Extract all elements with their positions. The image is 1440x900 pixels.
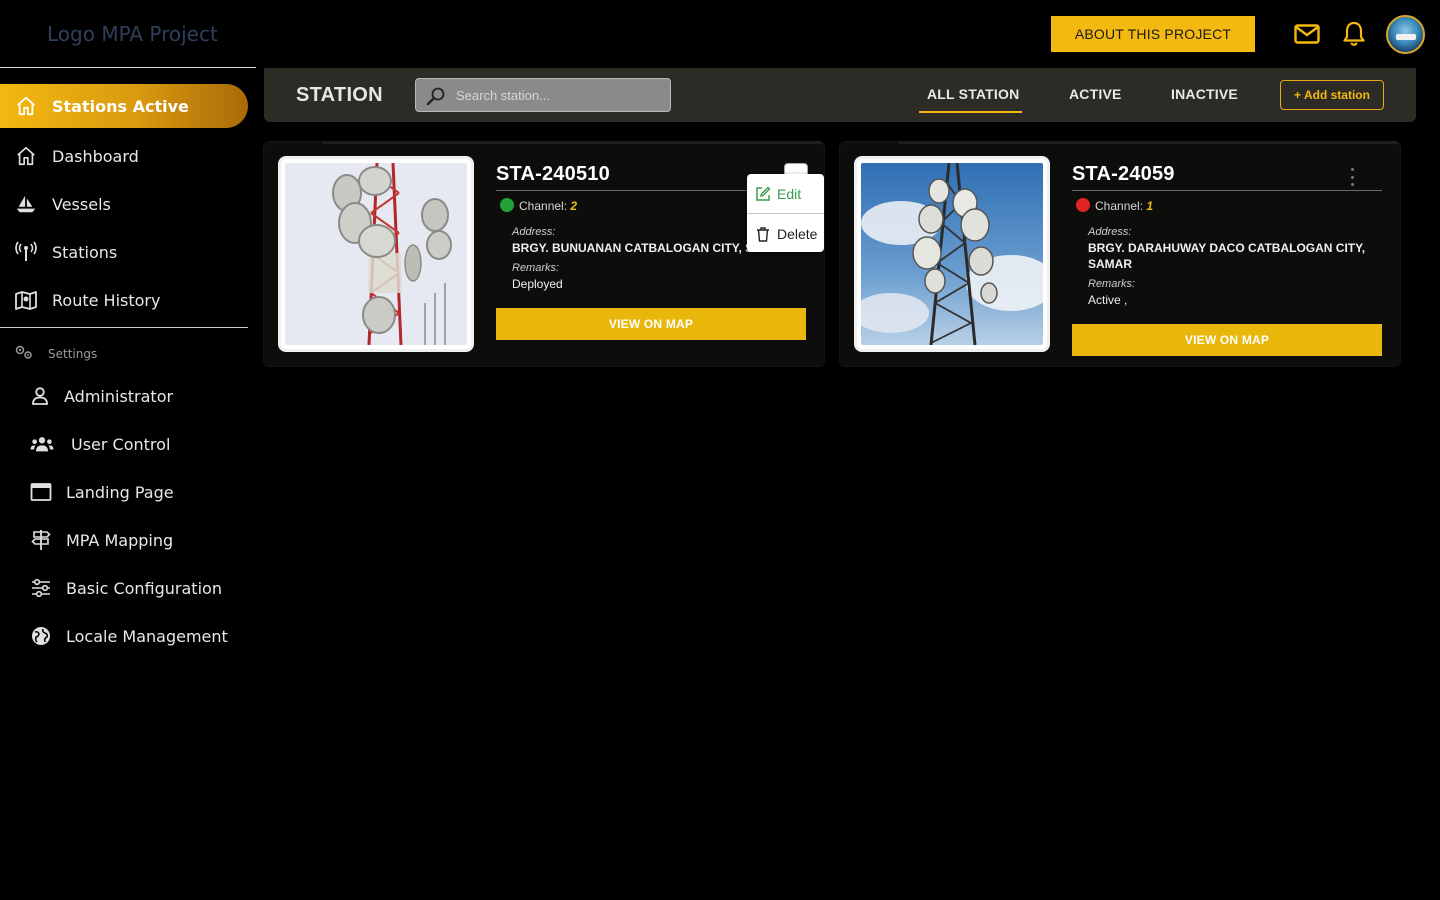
tab-active[interactable]: ACTIVE <box>1069 86 1122 102</box>
sidebar-item-label: Stations Active <box>52 96 189 116</box>
search-box <box>415 78 671 112</box>
page-title: STATION <box>296 84 383 106</box>
channel-value: 1 <box>1146 199 1154 213</box>
card-top-edge <box>322 141 822 144</box>
status-indicator-inactive <box>1076 198 1090 212</box>
sidebar-item-label: Basic Configuration <box>66 578 222 598</box>
card-top-edge <box>898 141 1398 144</box>
sidebar-item-user-control[interactable]: User Control <box>0 426 248 462</box>
title-divider <box>1072 190 1382 191</box>
more-options-icon[interactable] <box>1346 168 1358 186</box>
sidebar-item-landing-page[interactable]: Landing Page <box>0 474 248 510</box>
sidebar-item-label: User Control <box>71 434 171 454</box>
active-tab-indicator <box>919 111 1022 113</box>
sidebar-divider <box>0 327 248 328</box>
address-value: BRGY. DARAHUWAY DACO CATBALOGAN CITY, SA… <box>1088 241 1366 271</box>
status-indicator-active <box>500 198 514 212</box>
channel-label: Channel: <box>1095 199 1144 213</box>
settings-section-header: Settings <box>14 344 97 364</box>
delete-menu-item[interactable]: Delete <box>747 215 824 253</box>
search-icon <box>426 86 446 106</box>
map-icon <box>14 288 38 312</box>
sidebar-item-dashboard[interactable]: Dashboard <box>0 134 248 178</box>
tower-image <box>285 163 467 345</box>
top-bar: Logo MPA Project ABOUT THIS PROJECT <box>0 0 1440 68</box>
sidebar-item-route-history[interactable]: Route History <box>0 278 248 322</box>
remarks-value: Deployed <box>512 277 563 291</box>
edit-label: Edit <box>777 186 802 202</box>
view-on-map-button[interactable]: VIEW ON MAP <box>1072 324 1382 356</box>
globe-icon <box>29 624 53 648</box>
remarks-label: Remarks: <box>1088 278 1136 290</box>
sidebar-item-locale-management[interactable]: Locale Management <box>0 618 248 654</box>
channel-value: 2 <box>570 199 578 213</box>
sidebar-item-label: Vessels <box>52 194 111 214</box>
card-context-menu: Edit Delete <box>747 174 824 252</box>
remarks-value: Active , <box>1088 293 1128 307</box>
sidebar-item-label: MPA Mapping <box>66 530 174 550</box>
sidebar-item-stations[interactable]: Stations <box>0 230 248 274</box>
view-on-map-button[interactable]: VIEW ON MAP <box>496 308 806 340</box>
sidebar-item-label: Administrator <box>64 386 174 406</box>
trash-icon <box>755 226 771 242</box>
menu-divider <box>747 213 824 214</box>
sidebar-item-label: Route History <box>52 290 161 310</box>
sailboat-icon <box>14 192 38 216</box>
users-icon <box>30 432 54 456</box>
settings-label: Settings <box>48 347 98 361</box>
delete-label: Delete <box>777 226 818 242</box>
app-logo[interactable]: Logo MPA Project <box>47 22 218 46</box>
channel-field: Channel: 2 <box>519 199 577 213</box>
sidebar-item-mpa-mapping[interactable]: MPA Mapping <box>0 522 248 558</box>
edit-icon <box>755 186 771 202</box>
avatar[interactable] <box>1386 15 1425 54</box>
sidebar-item-administrator[interactable]: Administrator <box>0 378 248 414</box>
home-icon <box>14 144 38 168</box>
home-icon <box>14 94 38 118</box>
sidebar-item-label: Locale Management <box>66 626 228 646</box>
sliders-icon <box>29 576 53 600</box>
channel-field: Channel: 1 <box>1095 199 1153 213</box>
station-card: STA-240510 Channel: 2 Address: BRGY. BUN… <box>264 141 824 366</box>
station-card: STA-24059 Channel: 1 Address: BRGY. DARA… <box>840 141 1400 366</box>
remarks-label: Remarks: <box>512 262 560 274</box>
add-station-button[interactable]: + Add station <box>1280 80 1384 110</box>
edit-menu-item[interactable]: Edit <box>747 175 824 213</box>
gears-icon <box>14 344 34 365</box>
bell-icon[interactable] <box>1340 20 1368 48</box>
user-icon <box>28 384 52 408</box>
station-id: STA-24059 <box>1072 163 1175 185</box>
sidebar: Stations Active Dashboard Vessels Statio… <box>0 68 256 900</box>
station-photo[interactable] <box>854 156 1050 352</box>
tower-image <box>861 163 1043 345</box>
window-icon <box>29 480 53 504</box>
station-toolbar: STATION ALL STATION ACTIVE INACTIVE + Ad… <box>264 68 1416 122</box>
sidebar-item-basic-configuration[interactable]: Basic Configuration <box>0 570 248 606</box>
mail-icon[interactable] <box>1293 20 1321 48</box>
about-project-button[interactable]: ABOUT THIS PROJECT <box>1051 16 1255 52</box>
station-photo[interactable] <box>278 156 474 352</box>
sidebar-item-vessels[interactable]: Vessels <box>0 182 248 226</box>
tab-all-station[interactable]: ALL STATION <box>927 86 1019 102</box>
sidebar-item-label: Landing Page <box>66 482 174 502</box>
sidebar-item-stations-active[interactable]: Stations Active <box>0 84 248 128</box>
address-label: Address: <box>1088 226 1132 238</box>
signpost-icon <box>29 528 53 552</box>
address-label: Address: <box>512 226 556 238</box>
station-id: STA-240510 <box>496 163 610 185</box>
sidebar-item-label: Dashboard <box>52 146 139 166</box>
tab-inactive[interactable]: INACTIVE <box>1171 86 1238 102</box>
antenna-icon <box>14 240 38 264</box>
channel-label: Channel: <box>519 199 568 213</box>
search-input[interactable] <box>456 85 656 105</box>
sidebar-item-label: Stations <box>52 242 118 262</box>
